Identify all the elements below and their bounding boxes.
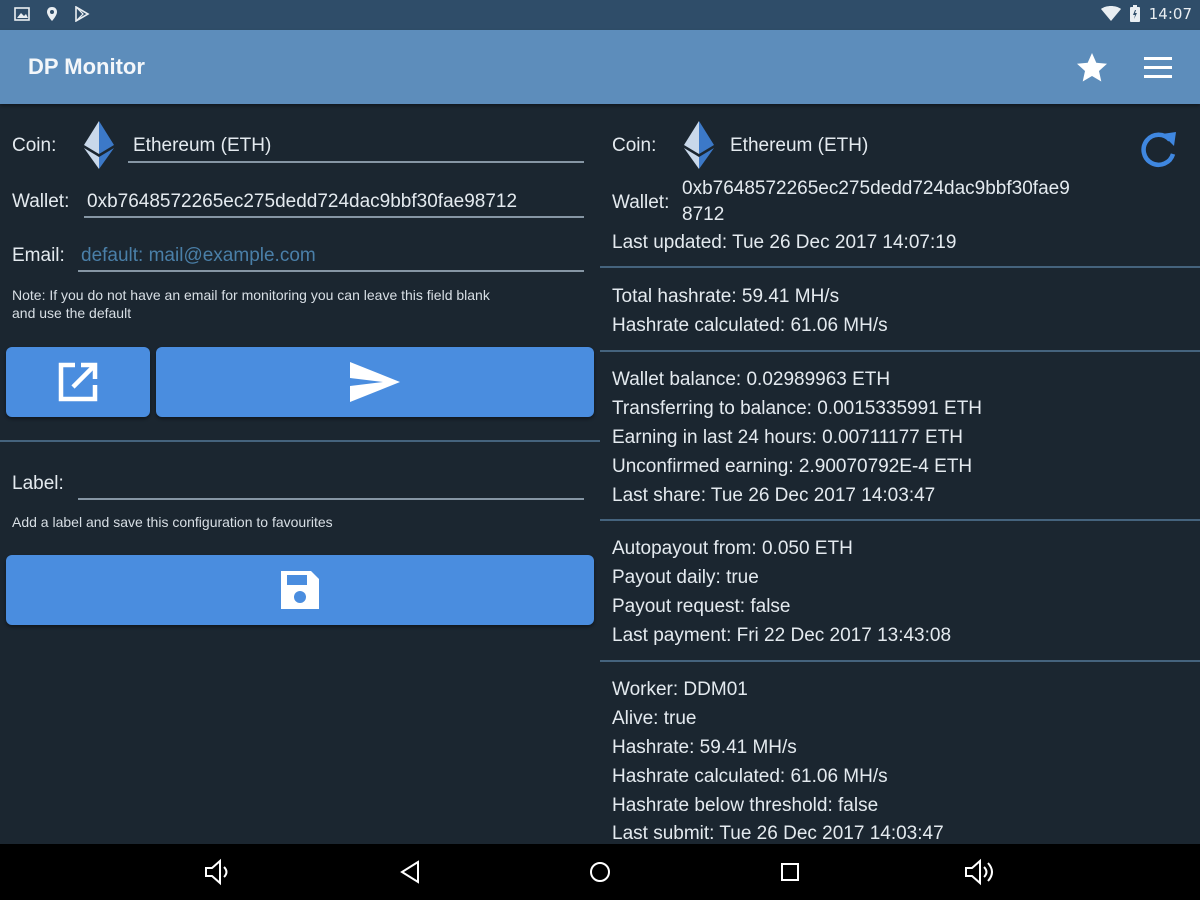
status-bar: 14:07 [0,0,1200,30]
wifi-icon [1100,6,1121,21]
total-hashrate: Total hashrate: 59.41 MH/s [612,286,840,307]
battery-icon [1129,5,1140,22]
back-icon[interactable] [396,858,426,886]
open-external-button[interactable] [6,347,150,417]
wallet-input[interactable]: 0xb7648572265ec275dedd724dac9bbf30fae987… [87,191,517,213]
autopayout-from: Autopayout from: 0.050 ETH [612,538,853,559]
coin-label: Coin: [12,135,57,156]
monitor-form: Coin: Ethereum (ETH) Wallet: 0xb76485722… [0,104,600,844]
email-note-line1: Note: If you do not have an email for mo… [12,287,490,303]
app-title: DP Monitor [28,54,145,79]
label-underline [78,498,584,500]
image-icon [14,7,30,21]
label-note: Add a label and save this configuration … [12,514,333,530]
summary-wallet-line2: 8712 [682,204,725,225]
refresh-icon[interactable] [1136,128,1180,172]
last-share: Last share: Tue 26 Dec 2017 14:03:47 [612,485,936,506]
summary-coin-value: Ethereum (ETH) [730,135,869,156]
open-external-icon [58,362,98,402]
home-icon[interactable] [585,858,615,886]
transferring-to-balance: Transferring to balance: 0.0015335991 ET… [612,398,983,419]
email-input[interactable]: default: mail@example.com [81,245,316,267]
send-button[interactable] [156,347,594,417]
last-payment: Last payment: Fri 22 Dec 2017 13:43:08 [612,625,952,646]
star-icon[interactable] [1074,50,1110,86]
summary-divider-3 [600,519,1200,521]
send-icon [350,362,400,402]
email-note-line2: and use the default [12,305,132,321]
worker-hashrate: Hashrate: 59.41 MH/s [612,737,797,758]
earning-24h: Earning in last 24 hours: 0.00711177 ETH [612,427,964,448]
recents-icon[interactable] [775,858,805,886]
volume-down-icon[interactable] [203,858,233,886]
save-favourite-button[interactable] [6,555,594,625]
payout-daily: Payout daily: true [612,567,759,588]
ethereum-icon [84,121,114,169]
ethereum-icon [684,121,714,169]
worker-name: Worker: DDM01 [612,679,748,700]
navigation-bar [0,844,1200,900]
menu-icon[interactable] [1140,52,1176,84]
unconfirmed-earning: Unconfirmed earning: 2.90070792E-4 ETH [612,456,973,477]
summary-coin-label: Coin: [612,135,657,156]
play-store-icon [75,6,90,22]
volume-up-icon[interactable] [963,858,999,886]
wallet-underline [84,216,584,218]
wallet-label: Wallet: [12,191,70,212]
email-label: Email: [12,245,65,266]
wallet-summary: Coin: Ethereum (ETH) Wallet: 0xb76485722… [600,104,1200,844]
hashrate-calculated: Hashrate calculated: 61.06 MH/s [612,315,888,336]
form-divider [0,440,600,442]
save-icon [281,571,319,609]
coin-underline [128,161,584,163]
coin-select[interactable]: Ethereum (ETH) [133,135,271,157]
summary-wallet-line1: 0xb7648572265ec275dedd724dac9bbf30fae9 [682,178,1070,199]
label-label: Label: [12,473,64,494]
location-icon [47,7,57,21]
worker-hashrate-calculated: Hashrate calculated: 61.06 MH/s [612,766,888,787]
worker-hashrate-below-threshold: Hashrate below threshold: false [612,795,879,816]
last-updated: Last updated: Tue 26 Dec 2017 14:07:19 [612,232,957,253]
summary-divider-2 [600,350,1200,352]
worker-alive: Alive: true [612,708,697,729]
app-bar: DP Monitor [0,30,1200,104]
summary-divider-1 [600,266,1200,268]
summary-wallet-label: Wallet: [612,192,670,213]
summary-divider-4 [600,660,1200,662]
payout-request: Payout request: false [612,596,791,617]
label-input[interactable] [82,473,582,497]
wallet-balance: Wallet balance: 0.02989963 ETH [612,369,891,390]
status-time: 14:07 [1148,5,1192,23]
email-underline [78,270,584,272]
